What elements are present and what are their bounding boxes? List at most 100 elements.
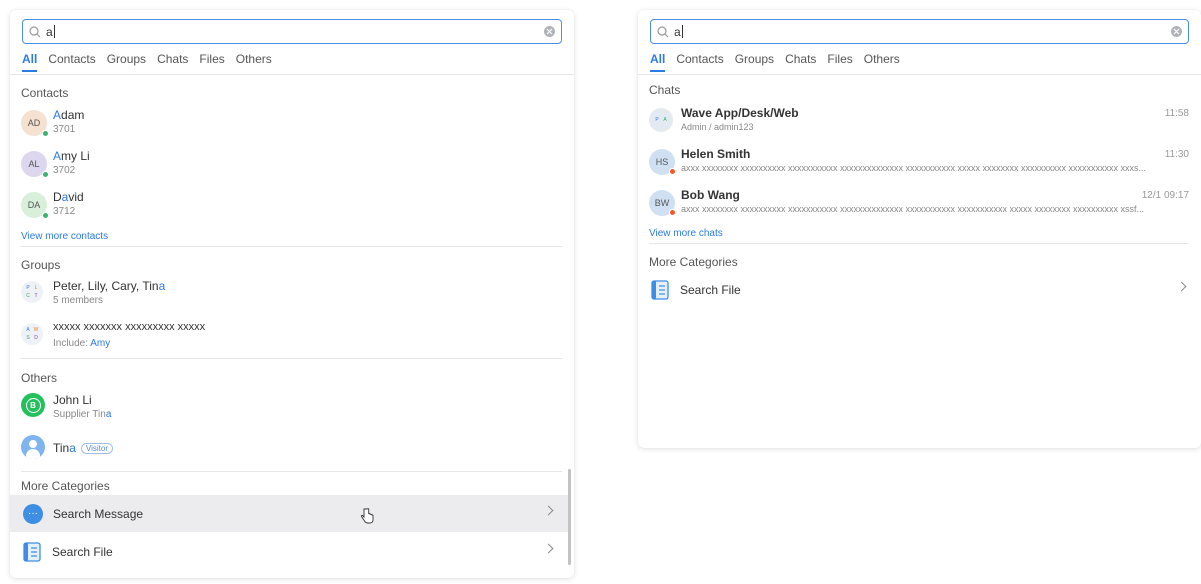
section-divider <box>21 246 562 247</box>
section-title-groups: Groups <box>21 258 61 272</box>
filter-tabs: All Contacts Groups Chats Files Others <box>650 52 1201 72</box>
search-input[interactable]: a <box>22 19 562 44</box>
chat-row[interactable]: PA Wave App/Desk/Web 11:58 Admin / admin… <box>649 105 1189 141</box>
tab-all[interactable]: All <box>22 52 38 72</box>
search-file-label: Search File <box>680 282 741 297</box>
tab-contacts[interactable]: Contacts <box>48 52 95 72</box>
group-avatar: PLCT <box>21 281 43 303</box>
search-file-label: Search File <box>52 544 113 559</box>
section-title-others: Others <box>21 371 58 385</box>
group-avatar: AWSD <box>21 323 43 345</box>
tab-groups[interactable]: Groups <box>107 52 146 72</box>
filter-tabs: All Contacts Groups Chats Files Others <box>22 52 574 72</box>
search-query: a <box>46 24 53 39</box>
view-more-chats-link[interactable]: View more chats <box>649 228 723 239</box>
tab-contacts[interactable]: Contacts <box>676 52 723 72</box>
tab-files[interactable]: Files <box>827 52 852 72</box>
chat-name: Wave App/Desk/Web <box>681 106 799 120</box>
scrollbar[interactable] <box>568 469 571 565</box>
avatar: HS <box>649 149 676 175</box>
chevron-right-icon <box>1176 281 1187 292</box>
chat-preview: Admin / admin123 <box>681 122 754 132</box>
avatar: DA <box>21 192 49 219</box>
section-title-categories: More Categories <box>649 255 738 269</box>
chat-row[interactable]: BW Bob Wang 12/1 09:17 axxx xxxxxxxx xxx… <box>649 187 1189 223</box>
visitor-badge: Visitor <box>80 443 114 454</box>
search-panel-left: a All Contacts Groups Chats Files Others… <box>10 10 574 578</box>
section-divider <box>21 471 562 472</box>
chat-preview: axxx xxxxxxxx xxxxxxxxxx xxxxxxxxxxx xxx… <box>681 204 1145 214</box>
status-dot <box>669 168 676 175</box>
online-status-dot <box>42 171 49 178</box>
clear-search-icon[interactable] <box>1171 26 1182 37</box>
others-row[interactable]: Tina Visitor <box>21 433 562 467</box>
group-name: xxxxx xxxxxxx xxxxxxxxx xxxxx <box>53 321 206 333</box>
contact-extension: 3701 <box>53 124 76 135</box>
hand-cursor-icon <box>360 508 374 524</box>
group-row[interactable]: PLCT Peter, Lily, Cary, Tina 5 members <box>21 278 562 312</box>
contact-name: Amy Li <box>53 149 90 163</box>
others-name: John Li <box>53 393 92 407</box>
file-icon <box>23 541 41 562</box>
chat-name: Helen Smith <box>681 147 751 161</box>
others-row[interactable]: B John Li Supplier Tina <box>21 391 562 425</box>
search-panel-right: a All Contacts Groups Chats Files Others… <box>638 10 1201 448</box>
tab-all[interactable]: All <box>650 52 666 72</box>
contact-row[interactable]: DA David 3712 <box>21 188 562 222</box>
search-file-row[interactable]: Search File <box>10 533 568 570</box>
contact-row[interactable]: AD Adam 3701 <box>21 106 562 140</box>
contact-extension: 3712 <box>53 206 76 217</box>
group-name: Peter, Lily, Cary, Tina <box>53 279 166 293</box>
section-title-chats: Chats <box>649 83 681 97</box>
chat-preview: axxx xxxxxxxx xxxxxxxxxx xxxxxxxxxxx xxx… <box>681 163 1147 173</box>
person-icon <box>21 435 45 459</box>
tabs-divider <box>638 74 1201 75</box>
tab-chats[interactable]: Chats <box>785 52 816 72</box>
chevron-right-icon <box>543 505 554 516</box>
view-more-contacts-link[interactable]: View more contacts <box>21 231 108 242</box>
tab-others[interactable]: Others <box>236 52 272 72</box>
search-input[interactable]: a <box>650 19 1189 44</box>
contact-extension: 3702 <box>53 165 76 176</box>
avatar: BW <box>649 190 676 216</box>
chat-time: 11:58 <box>1164 108 1189 119</box>
chat-time: 11:30 <box>1164 149 1189 160</box>
section-divider <box>649 243 1189 244</box>
search-icon <box>657 25 669 37</box>
group-include: Include: Amy <box>53 338 111 349</box>
message-bubble-icon: ··· <box>23 503 43 524</box>
search-message-row[interactable]: ··· Search Message <box>10 495 568 532</box>
tab-files[interactable]: Files <box>199 52 224 72</box>
group-row[interactable]: AWSD xxxxx xxxxxxx xxxxxxxxx xxxxx Inclu… <box>21 320 562 354</box>
chat-name: Bob Wang <box>681 188 740 202</box>
online-status-dot <box>42 130 49 137</box>
status-dot <box>669 209 676 216</box>
chat-row[interactable]: HS Helen Smith 11:30 axxx xxxxxxxx xxxxx… <box>649 146 1189 182</box>
file-icon <box>651 279 669 300</box>
contact-name: David <box>53 190 84 204</box>
search-icon <box>29 25 41 37</box>
search-file-row[interactable]: Search File <box>638 271 1201 308</box>
tabs-divider <box>10 74 574 75</box>
chat-time: 12/1 09:17 <box>1141 190 1189 201</box>
search-message-label: Search Message <box>53 506 144 521</box>
tab-chats[interactable]: Chats <box>157 52 188 72</box>
avatar: AD <box>21 110 49 137</box>
contact-row[interactable]: AL Amy Li 3702 <box>21 147 562 181</box>
group-member-count: 5 members <box>53 295 104 306</box>
tab-others[interactable]: Others <box>864 52 900 72</box>
avatar: AL <box>21 151 49 178</box>
online-status-dot <box>42 212 49 219</box>
tab-groups[interactable]: Groups <box>735 52 774 72</box>
section-title-contacts: Contacts <box>21 86 69 100</box>
contact-name: Adam <box>53 108 85 122</box>
others-sub: Supplier Tina <box>53 409 112 420</box>
search-query: a <box>674 24 681 39</box>
clear-search-icon[interactable] <box>544 26 555 37</box>
chevron-right-icon <box>543 543 554 554</box>
others-name: Tina Visitor <box>53 441 114 455</box>
whatsapp-icon: B <box>21 393 45 417</box>
group-avatar: PA <box>649 108 673 132</box>
section-divider <box>21 358 562 359</box>
section-title-categories: More Categories <box>21 479 110 493</box>
